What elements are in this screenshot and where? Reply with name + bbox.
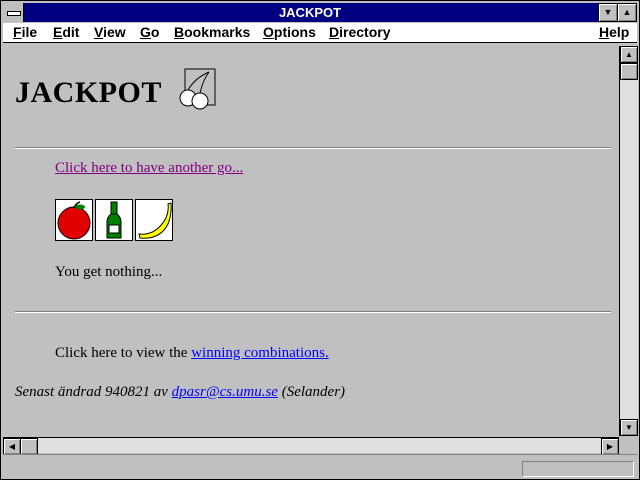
footer: Senast ändrad 940821 av dpasr@cs.umu.se … [15,384,345,401]
winning-combinations-line: Click here to view the winning combinati… [55,345,329,362]
author-email-link[interactable]: dpasr@cs.umu.se [172,384,278,400]
divider [15,147,611,149]
scroll-up-button[interactable]: ▲ [620,46,638,63]
play-again-link[interactable]: Click here to have another go... [55,160,243,177]
menu-directory[interactable]: Directory [329,23,390,42]
footer-suffix-text: (Selander) [277,384,346,400]
slot-banana [135,199,173,241]
menu-file[interactable]: File [13,23,37,42]
title-bar: JACKPOT ▼ ▲ [3,3,637,22]
banana-icon [138,202,172,239]
scroll-down-button[interactable]: ▼ [620,419,638,436]
maximize-icon: ▲ [622,7,632,17]
scroll-right-button[interactable]: ▶ [601,438,619,455]
maximize-button[interactable]: ▲ [617,3,637,22]
slot-apple [55,199,93,241]
footer-prefix-text: Senast ändrad 940821 av [15,384,172,400]
bottle-icon [106,201,122,239]
arrow-down-icon: ▼ [625,423,633,432]
system-menu-icon [7,11,21,16]
menu-help[interactable]: Help [599,23,629,42]
menu-bar: File Edit View Go Bookmarks Options Dire… [3,23,637,43]
cherries-icon [179,68,216,110]
vertical-scrollbar[interactable]: ▲ ▼ [619,46,638,436]
status-panel [522,461,634,477]
page-title: JACKPOT [15,76,162,109]
apple-icon [57,201,91,240]
page-content: JACKPOT Click here to have another go... [5,46,617,436]
menu-go[interactable]: Go [140,23,159,42]
window-title: JACKPOT [278,5,342,20]
view-prefix-text: Click here to view the [55,345,192,361]
minimize-button[interactable]: ▼ [598,3,618,22]
arrow-left-icon: ◀ [8,442,16,451]
horizontal-scrollbar[interactable]: ◀ ▶ [3,437,619,455]
winning-combinations-link[interactable]: winning combinations. [191,345,329,361]
horizontal-scroll-thumb[interactable] [20,438,38,455]
menu-bookmarks[interactable]: Bookmarks [174,23,250,42]
minimize-icon: ▼ [603,7,613,17]
status-bar [3,454,637,479]
scroll-left-button[interactable]: ◀ [3,438,21,455]
arrow-up-icon: ▲ [625,50,633,59]
menu-edit[interactable]: Edit [53,23,79,42]
arrow-right-icon: ▶ [606,442,614,451]
divider [15,311,611,313]
result-text: You get nothing... [55,264,163,280]
browser-window: JACKPOT ▼ ▲ File Edit View Go Bookmarks … [0,0,640,480]
menu-options[interactable]: Options [263,23,316,42]
system-menu-button[interactable] [3,3,24,22]
scrollbar-corner [620,437,637,453]
slot-bottle [95,199,133,241]
vertical-scroll-thumb[interactable] [620,63,638,80]
menu-view[interactable]: View [94,23,126,42]
